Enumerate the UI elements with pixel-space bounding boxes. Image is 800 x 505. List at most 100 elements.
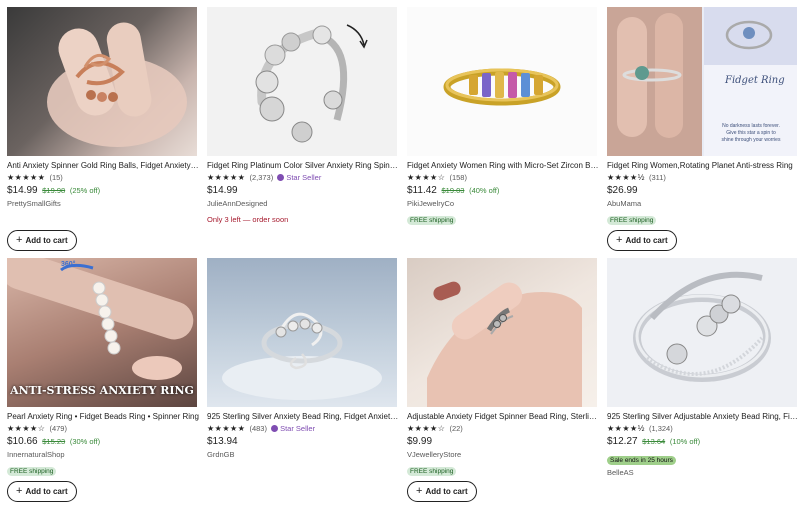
price: $13.94: [207, 436, 238, 447]
add-to-cart-label: Add to cart: [25, 487, 68, 496]
overlay-line: Give this star a spin to: [726, 130, 776, 136]
price-line: $9.99: [407, 435, 599, 449]
star-seller-label: Star Seller: [286, 173, 322, 182]
product-card[interactable]: Anti Anxiety Spinner Gold Ring Balls, Fi…: [7, 7, 199, 251]
price: $14.99: [207, 185, 238, 196]
price-line: $14.99: [207, 184, 399, 198]
silver-bead-ring-icon: [255, 24, 368, 143]
shop-name[interactable]: JulieAnnDesigned: [207, 198, 399, 209]
add-to-cart-label: Add to cart: [425, 487, 468, 496]
price: $9.99: [407, 436, 433, 447]
original-price: $19.03: [441, 186, 465, 195]
rating: ★★★★★ (2,373) Star Seller: [207, 172, 399, 183]
rotation-badge: 360°: [61, 261, 76, 268]
product-title[interactable]: Adjustable Anxiety Fidget Spinner Bead R…: [407, 411, 599, 422]
rating: ★★★★☆ (479): [7, 423, 199, 434]
product-image[interactable]: [607, 258, 797, 407]
star-rating-icon: ★★★★½: [607, 424, 645, 433]
product-card[interactable]: 925 Sterling Silver Anxiety Bead Ring, F…: [207, 258, 399, 460]
overlay-line: shine through your worries: [721, 137, 781, 143]
price-line: $10.66 $15.23 (30% off): [7, 435, 199, 449]
shop-name[interactable]: InnernaturalShop: [7, 449, 199, 460]
review-count: (479): [49, 424, 67, 433]
shop-name[interactable]: GrdnGB: [207, 449, 399, 460]
product-title[interactable]: Fidget Anxiety Women Ring with Micro-Set…: [407, 160, 599, 171]
product-card[interactable]: Adjustable Anxiety Fidget Spinner Bead R…: [407, 258, 599, 502]
price-line: $13.94: [207, 435, 399, 449]
product-image[interactable]: [207, 7, 397, 156]
review-count: (2,373): [249, 173, 274, 182]
star-seller-icon: [271, 425, 279, 432]
product-image[interactable]: [7, 7, 197, 156]
shop-name[interactable]: PrettySmallGifts: [7, 198, 199, 209]
product-title[interactable]: Fidget Ring Women,Rotating Planet Anti-s…: [607, 160, 799, 171]
original-price: $15.23: [42, 437, 66, 446]
discount: (10% off): [669, 437, 701, 446]
free-shipping-badge: FREE shipping: [407, 216, 457, 225]
discount: (30% off): [69, 437, 101, 446]
product-image[interactable]: [207, 258, 397, 407]
sale-ends-badge: Sale ends in 25 hours: [607, 456, 676, 465]
overlay-text: No darkness lasts forever. Give this sta…: [707, 123, 795, 144]
free-shipping-badge: FREE shipping: [407, 467, 457, 476]
product-card[interactable]: Fidget Anxiety Women Ring with Micro-Set…: [407, 7, 599, 227]
price-line: $14.99 $19.98 (25% off): [7, 184, 199, 198]
add-to-cart-button[interactable]: + Add to cart: [7, 230, 77, 251]
rating: ★★★★½ (1,324): [607, 423, 799, 434]
product-title[interactable]: 925 Sterling Silver Adjustable Anxiety B…: [607, 411, 799, 422]
rating: ★★★★½ (311): [607, 172, 799, 183]
price: $12.27: [607, 436, 638, 447]
product-title[interactable]: Pearl Anxiety Ring • Fidget Beads Ring •…: [7, 411, 199, 422]
price: $26.99: [607, 185, 638, 196]
shop-name[interactable]: BelleAS: [607, 467, 799, 478]
review-count: (483): [249, 424, 267, 433]
add-to-cart-button[interactable]: + Add to cart: [7, 481, 77, 502]
shop-name[interactable]: VJewelleryStore: [407, 449, 599, 460]
review-count: (158): [449, 173, 467, 182]
star-rating-icon: ★★★★☆: [407, 424, 446, 433]
review-count: (15): [49, 173, 63, 182]
product-image[interactable]: 360° ANTI-STRESS ANXIETY RING: [7, 258, 197, 407]
plus-icon: +: [616, 234, 623, 246]
review-count: (311): [648, 173, 666, 182]
overlay-title: Fidget Ring: [725, 75, 785, 86]
original-price: $19.98: [42, 186, 66, 195]
plus-icon: +: [16, 485, 23, 497]
product-title[interactable]: Fidget Ring Platinum Color Silver Anxiet…: [207, 160, 399, 171]
product-image[interactable]: Fidget Ring No darkness lasts forever. G…: [607, 7, 797, 156]
silver-swirl-ring-icon: [222, 312, 382, 400]
add-to-cart-button[interactable]: + Add to cart: [407, 481, 477, 502]
price: $14.99: [7, 185, 38, 196]
silver-bead-ring-product-icon: [633, 271, 771, 382]
product-image[interactable]: [407, 7, 597, 156]
price: $11.42: [407, 185, 437, 196]
product-image[interactable]: [407, 258, 597, 407]
add-to-cart-label: Add to cart: [25, 236, 68, 245]
add-to-cart-label: Add to cart: [625, 236, 668, 245]
price-line: $26.99: [607, 184, 799, 198]
product-card[interactable]: Fidget Ring Platinum Color Silver Anxiet…: [207, 7, 399, 225]
star-rating-icon: ★★★★★: [207, 424, 246, 433]
shop-name[interactable]: AbuMama: [607, 198, 799, 209]
add-to-cart-button[interactable]: + Add to cart: [607, 230, 677, 251]
price: $10.66: [7, 436, 38, 447]
overlay-text: ANTI-STRESS ANXIETY RING: [10, 384, 194, 397]
rose-gold-ring-on-finger-icon: [47, 22, 187, 147]
discount: (40% off): [469, 186, 500, 195]
rating: ★★★★★ (483) Star Seller: [207, 423, 399, 434]
free-shipping-badge: FREE shipping: [607, 216, 657, 225]
product-card[interactable]: Fidget Ring No darkness lasts forever. G…: [607, 7, 799, 251]
rating: ★★★★☆ (158): [407, 172, 599, 183]
review-count: (22): [449, 424, 463, 433]
original-price: $13.64: [642, 437, 666, 446]
product-card[interactable]: 925 Sterling Silver Adjustable Anxiety B…: [607, 258, 799, 478]
star-seller-badge: Star Seller: [271, 424, 315, 433]
star-rating-icon: ★★★★☆: [407, 173, 446, 182]
star-seller-label: Star Seller: [280, 424, 316, 433]
product-title[interactable]: Anti Anxiety Spinner Gold Ring Balls, Fi…: [7, 160, 199, 171]
rating: ★★★★☆ (22): [407, 423, 599, 434]
stock-note: Only 3 left — order soon: [207, 215, 289, 224]
shop-name[interactable]: PikiJewelryCo: [407, 198, 599, 209]
product-card[interactable]: 360° ANTI-STRESS ANXIETY RING Pearl Anxi…: [7, 258, 199, 502]
product-title[interactable]: 925 Sterling Silver Anxiety Bead Ring, F…: [207, 411, 399, 422]
